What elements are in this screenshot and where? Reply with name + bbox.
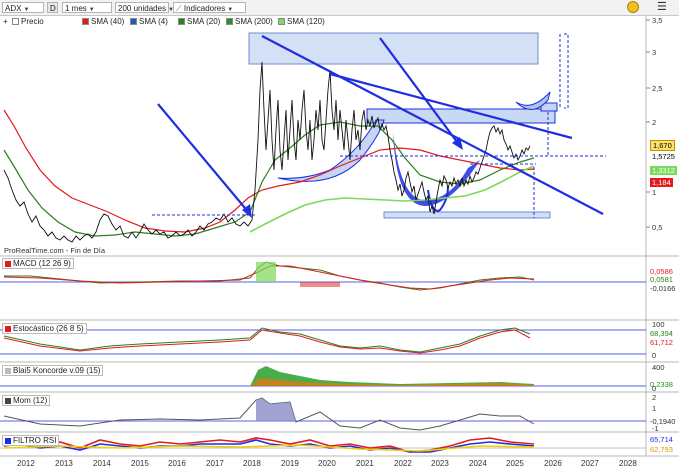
arrow-1-line bbox=[157, 103, 251, 215]
mom-axis-label: 2 bbox=[652, 393, 657, 402]
year-label: 2026 bbox=[544, 459, 562, 468]
rsi-panel-title[interactable]: FILTRO RSI bbox=[2, 435, 60, 446]
price-axis-ticks bbox=[646, 19, 650, 228]
axis-label: 1 bbox=[652, 188, 657, 197]
mom-title: Mom (12) bbox=[13, 396, 48, 405]
year-label: 2028 bbox=[619, 459, 637, 468]
year-label: 2015 bbox=[131, 459, 149, 468]
zone-mid bbox=[366, 108, 556, 124]
data-source-label: ProRealTime.com - Fin de Día bbox=[4, 246, 106, 255]
axis-label: 3,5 bbox=[652, 16, 663, 25]
blai-axis-label: 400 bbox=[652, 363, 665, 372]
blai-title: Blai5 Koncorde v.09 (15) bbox=[13, 366, 101, 375]
year-label: 2020 bbox=[318, 459, 336, 468]
year-label: 2019 bbox=[281, 459, 299, 468]
axis-label: 3 bbox=[652, 48, 657, 57]
mom-panel-title[interactable]: Mom (12) bbox=[2, 395, 51, 406]
indicator-icon bbox=[5, 398, 11, 404]
stoch-title: Estocástico (26 8 5) bbox=[13, 324, 84, 333]
macd-panel-plot bbox=[0, 261, 646, 291]
sma-red-tag: 1,184 bbox=[650, 178, 673, 187]
zone-top bbox=[248, 32, 539, 65]
year-label: 2018 bbox=[243, 459, 261, 468]
year-label: 2017 bbox=[206, 459, 224, 468]
year-label: 2014 bbox=[93, 459, 111, 468]
year-label: 2022 bbox=[394, 459, 412, 468]
axis-label: 2,5 bbox=[652, 84, 663, 93]
stoch-axis-label: 100 bbox=[652, 320, 665, 329]
stoch-panel-title[interactable]: Estocástico (26 8 5) bbox=[2, 323, 87, 334]
rsi-axis-label: 62,793 bbox=[650, 445, 673, 454]
macd-axis-label: -0,0166 bbox=[650, 284, 676, 293]
rsi-panel-plot bbox=[0, 437, 646, 453]
indicator-icon bbox=[5, 261, 11, 267]
indicator-icon bbox=[5, 438, 11, 444]
macd-title: MACD (12 26 9) bbox=[13, 259, 71, 268]
last-price-tag: 1,670 bbox=[650, 140, 675, 151]
chart-canvas[interactable] bbox=[0, 0, 679, 469]
sma-green-tag: 1,3312 bbox=[650, 166, 677, 175]
mom-axis-label: -1 bbox=[652, 424, 659, 433]
stoch-axis-label: 0 bbox=[652, 351, 657, 360]
stoch-axis-label: 68,394 bbox=[650, 329, 673, 338]
level-price-tag: 1,5725 bbox=[650, 152, 677, 161]
year-label: 2016 bbox=[168, 459, 186, 468]
stoch-panel-plot bbox=[0, 327, 646, 355]
macd-panel-title[interactable]: MACD (12 26 9) bbox=[2, 258, 74, 269]
year-label: 2021 bbox=[356, 459, 374, 468]
year-label: 2013 bbox=[55, 459, 73, 468]
rsi-title: FILTRO RSI bbox=[13, 436, 57, 445]
year-label: 2012 bbox=[17, 459, 35, 468]
year-label: 2023 bbox=[431, 459, 449, 468]
axis-label: 0,5 bbox=[652, 223, 663, 232]
zone-rectangles[interactable] bbox=[248, 32, 558, 219]
axis-label: 2 bbox=[652, 118, 657, 127]
macd-axis-label: 0,0581 bbox=[650, 275, 673, 284]
momentum-panel-plot bbox=[0, 397, 646, 431]
year-label: 2025 bbox=[506, 459, 524, 468]
zone-low bbox=[383, 211, 551, 219]
rsi-axis-label: 65,714 bbox=[650, 435, 673, 444]
sma120-line bbox=[249, 165, 535, 233]
mom-axis-label: 1 bbox=[652, 404, 657, 413]
stoch-axis-label: 61,712 bbox=[650, 338, 673, 347]
indicator-icon bbox=[5, 368, 11, 374]
projection-bracket bbox=[564, 33, 569, 109]
blai-axis-label: 0 bbox=[652, 384, 657, 393]
indicator-icon bbox=[5, 326, 11, 332]
year-label: 2024 bbox=[469, 459, 487, 468]
blai-panel-title[interactable]: Blai5 Koncorde v.09 (15) bbox=[2, 365, 104, 376]
year-label: 2027 bbox=[581, 459, 599, 468]
